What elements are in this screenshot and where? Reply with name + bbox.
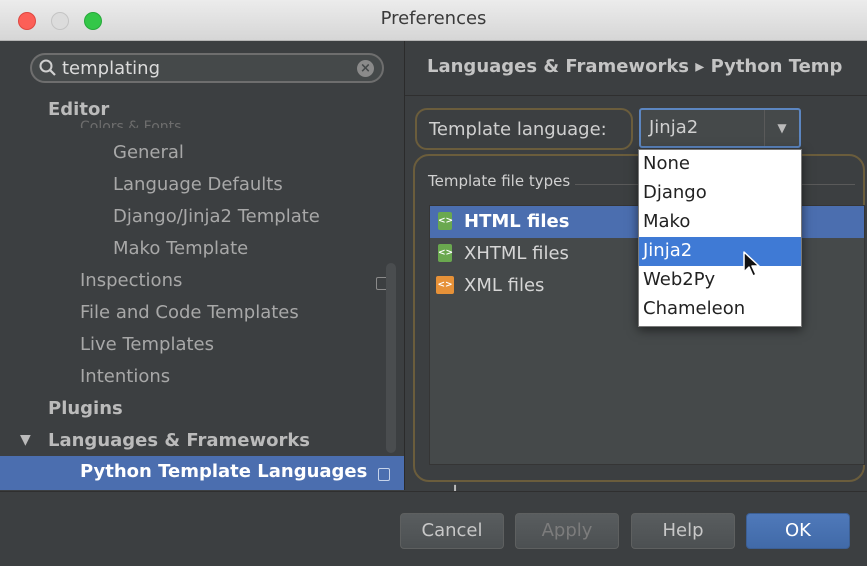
project-settings-icon (378, 468, 390, 481)
template-file-types-title: Template file types (428, 172, 571, 190)
dropdown-option-web2py[interactable]: Web2Py (639, 266, 801, 295)
tree-item-plugins[interactable]: Plugins (48, 398, 123, 419)
breadcrumb: Languages & Frameworks ▸ Python Temp (427, 56, 843, 77)
ok-button[interactable]: OK (746, 513, 850, 549)
tree-item-language-defaults[interactable]: Language Defaults (113, 174, 283, 195)
tree-item-intentions[interactable]: Intentions (80, 366, 170, 387)
tree-scrollbar[interactable] (386, 263, 396, 453)
dropdown-option-chameleon[interactable]: Chameleon (639, 295, 801, 324)
dropdown-option-mako[interactable]: Mako (639, 208, 801, 237)
option-label: Chameleon (643, 298, 746, 319)
settings-tree-pane: templating × Editor Colors & Fonts Gener… (0, 41, 405, 490)
option-label: Jinja2 (643, 240, 693, 261)
tree-item-file-code-templates[interactable]: File and Code Templates (80, 302, 299, 323)
tree-item-editor[interactable]: Editor (48, 99, 109, 120)
chevron-down-icon[interactable]: ▼ (764, 110, 799, 146)
expand-arrow-icon[interactable]: ▼ (20, 432, 31, 448)
cancel-button[interactable]: Cancel (400, 513, 504, 549)
dropdown-option-jinja2[interactable]: Jinja2 (639, 237, 801, 266)
option-label: Django (643, 182, 707, 203)
xhtml-file-icon: <> (438, 244, 453, 262)
tree-item-label: Python Template Languages (80, 461, 368, 482)
search-input[interactable]: templating (62, 58, 160, 79)
option-label: Mako (643, 211, 691, 232)
dialog-button-bar: Cancel Apply Help OK (0, 491, 867, 566)
tree-item-python-template-languages[interactable]: Python Template Languages (0, 456, 404, 490)
tree-item-general[interactable]: General (113, 142, 184, 163)
xml-file-icon: <> (436, 276, 454, 294)
window-title: Preferences (380, 8, 487, 29)
help-button[interactable]: Help (631, 513, 735, 549)
template-language-label-box: Template language: (415, 108, 633, 150)
dropdown-option-django[interactable]: Django (639, 179, 801, 208)
tree-item-inspections[interactable]: Inspections (80, 270, 182, 291)
template-language-label: Template language: (429, 119, 607, 140)
template-language-value: Jinja2 (649, 117, 699, 138)
tree-item-colors-fonts[interactable]: Colors & Fonts (80, 119, 181, 128)
list-item-label: XHTML files (464, 243, 569, 264)
tree-item-languages-frameworks[interactable]: Languages & Frameworks (48, 430, 310, 451)
apply-button[interactable]: Apply (515, 513, 619, 549)
tree-item-django-jinja2[interactable]: Django/Jinja2 Template (113, 206, 320, 227)
mouse-cursor-icon (743, 251, 760, 277)
tree-item-mako-template[interactable]: Mako Template (113, 238, 248, 259)
title-bar: Preferences (0, 0, 867, 41)
option-label: Web2Py (643, 269, 716, 290)
settings-header: Languages & Frameworks ▸ Python Temp (405, 41, 867, 96)
option-label: None (643, 153, 690, 174)
tree-item-live-templates[interactable]: Live Templates (80, 334, 214, 355)
clear-search-icon[interactable]: × (357, 60, 374, 77)
template-language-select[interactable]: Jinja2 ▼ (639, 108, 801, 148)
template-language-dropdown[interactable]: None Django Mako Jinja2 Web2Py Chameleon (638, 149, 802, 327)
search-icon (39, 59, 56, 76)
html-file-icon: <> (438, 212, 453, 230)
list-item-label: HTML files (464, 211, 570, 232)
dropdown-option-none[interactable]: None (639, 150, 801, 179)
list-item-label: XML files (464, 275, 545, 296)
search-field[interactable]: templating × (30, 53, 384, 83)
